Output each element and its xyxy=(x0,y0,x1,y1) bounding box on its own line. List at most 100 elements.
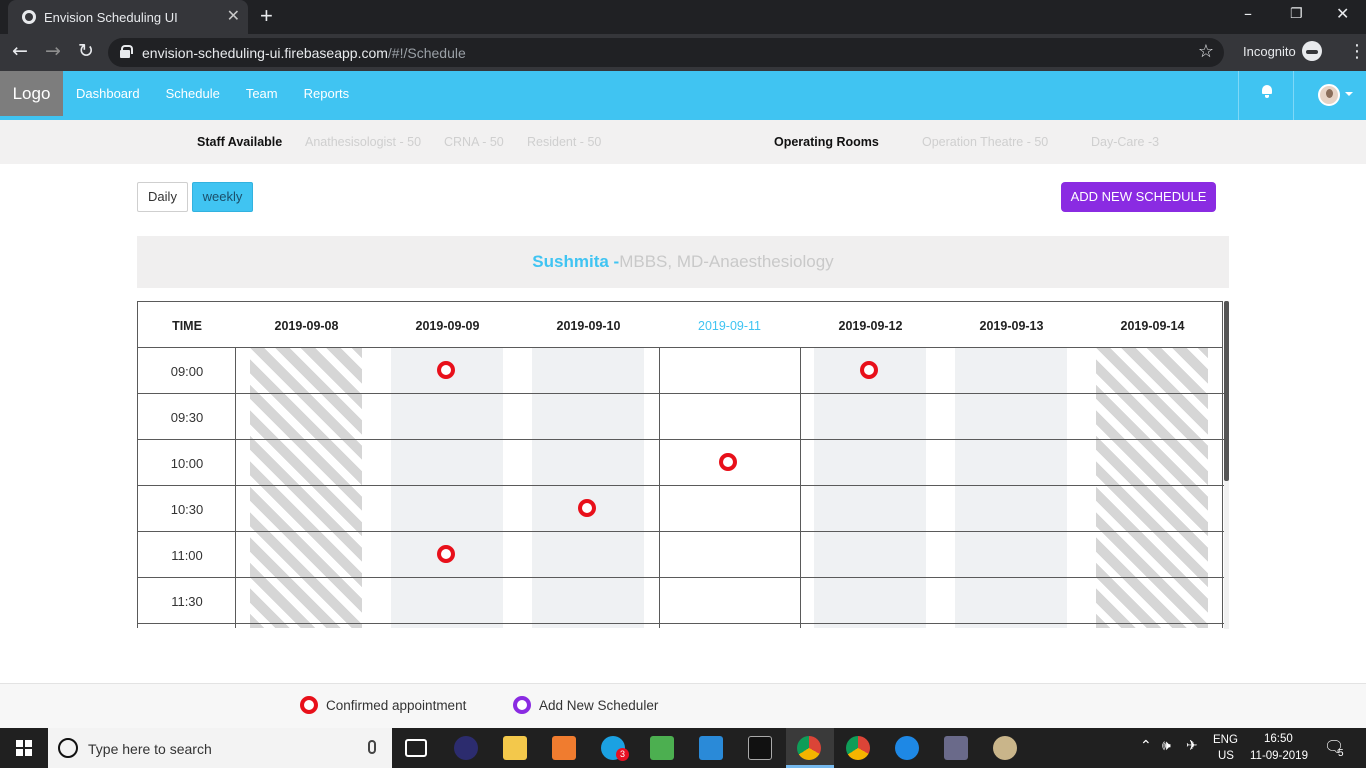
row-divider xyxy=(138,577,1224,578)
clock-date[interactable]: 11-09-2019 xyxy=(1250,750,1308,762)
forward-arrow-icon[interactable]: → xyxy=(45,40,61,62)
staff-resident: Resident - 50 xyxy=(527,135,602,149)
day-column-2019-09-09[interactable] xyxy=(391,348,503,628)
today-column-border xyxy=(800,348,801,628)
blocked-day-column-2019-09-08[interactable] xyxy=(250,348,362,628)
row-divider xyxy=(138,623,1224,624)
time-slot-label: 10:00 xyxy=(170,456,204,471)
day-header-2019-09-14[interactable]: 2019-09-14 xyxy=(1121,319,1185,333)
edge-icon[interactable] xyxy=(895,736,919,760)
paint-icon[interactable] xyxy=(993,736,1017,760)
tab-close-icon[interactable]: ✕ xyxy=(227,6,240,26)
file-explorer-icon[interactable] xyxy=(503,736,527,760)
row-divider xyxy=(138,439,1224,440)
time-slot-label: 09:30 xyxy=(170,410,204,425)
chrome-icon[interactable] xyxy=(797,736,821,760)
time-column-header: TIME xyxy=(172,319,202,333)
sublime-text-icon[interactable] xyxy=(552,736,576,760)
schedule-grid-viewport[interactable]: TIME 2019-09-08 2019-09-09 2019-09-10 2019-… xyxy=(137,301,1229,629)
browser-tab[interactable]: Envision Scheduling UI ✕ xyxy=(8,0,248,34)
logo[interactable]: Logo xyxy=(0,71,63,116)
confirmed-appointment-marker[interactable] xyxy=(436,545,455,563)
day-column-2019-09-13[interactable] xyxy=(955,348,1067,628)
address-bar[interactable]: envision-scheduling-ui.firebaseapp.com/#… xyxy=(108,38,1224,67)
bookmark-star-icon[interactable]: ☆ xyxy=(1198,41,1214,62)
back-arrow-icon[interactable]: ← xyxy=(12,40,28,62)
browser-menu-icon[interactable]: ⋮ xyxy=(1348,41,1366,62)
schedule-grid: TIME 2019-09-08 2019-09-09 2019-09-10 2019-… xyxy=(137,301,1224,628)
confirmed-appointment-marker xyxy=(300,696,318,714)
nav-reports[interactable]: Reports xyxy=(304,86,350,101)
time-slot-label: 10:30 xyxy=(170,502,204,517)
day-header-2019-09-12[interactable]: 2019-09-12 xyxy=(839,319,903,333)
windows-taskbar: Type here to search 3 ⌃ 🕪 ✈ ENG US 16:50… xyxy=(0,728,1366,768)
day-header-2019-09-13[interactable]: 2019-09-13 xyxy=(980,319,1044,333)
day-header-2019-09-10[interactable]: 2019-09-10 xyxy=(557,319,621,333)
nav-team[interactable]: Team xyxy=(246,86,278,101)
notification-count: 5 xyxy=(1338,748,1344,759)
user-avatar[interactable] xyxy=(1318,84,1340,106)
window-close-icon[interactable]: ✕ xyxy=(1336,4,1349,23)
windows-start-icon[interactable] xyxy=(16,740,32,756)
room-operation-theatre: Operation Theatre - 50 xyxy=(922,135,1049,149)
language-top[interactable]: ENG xyxy=(1213,734,1238,746)
row-divider xyxy=(138,531,1224,532)
reload-icon[interactable]: ↻ xyxy=(78,40,94,62)
main-nav: Dashboard Schedule Team Reports xyxy=(76,86,375,101)
eclipse-icon[interactable] xyxy=(454,736,478,760)
new-tab-button[interactable]: + xyxy=(260,3,273,29)
day-header-2019-09-11[interactable]: 2019-09-11 xyxy=(698,319,761,333)
clock-time[interactable]: 16:50 xyxy=(1264,733,1293,745)
vscode-icon[interactable] xyxy=(699,736,723,760)
staff-crna: CRNA - 50 xyxy=(444,135,504,149)
minimize-icon[interactable]: – xyxy=(1244,4,1252,23)
terminal-icon[interactable] xyxy=(748,736,772,760)
daily-view-button[interactable]: Daily xyxy=(137,182,188,212)
time-slot-label: 09:00 xyxy=(170,364,204,379)
confirmed-appointment-marker[interactable] xyxy=(859,361,878,379)
today-column-border xyxy=(659,348,660,628)
taskbar-search-box[interactable]: Type here to search xyxy=(48,728,392,768)
room-day-care: Day-Care -3 xyxy=(1091,135,1160,149)
app-icon[interactable] xyxy=(944,736,968,760)
confirmed-appointment-marker[interactable] xyxy=(577,499,596,517)
taskbar-search-placeholder: Type here to search xyxy=(88,741,212,757)
grid-body: 09:00 09:30 10:00 10:30 11:00 11:30 xyxy=(138,348,1224,628)
task-view-icon[interactable] xyxy=(405,739,427,757)
confirmed-appointment-marker[interactable] xyxy=(718,453,737,471)
blocked-day-column-2019-09-14[interactable] xyxy=(1096,348,1208,628)
legend-confirmed-label: Confirmed appointment xyxy=(326,698,467,713)
day-column-2019-09-12[interactable] xyxy=(814,348,926,628)
day-column-2019-09-10[interactable] xyxy=(532,348,644,628)
nav-schedule[interactable]: Schedule xyxy=(166,86,220,101)
day-header-2019-09-08[interactable]: 2019-09-08 xyxy=(275,319,339,333)
nav-dashboard[interactable]: Dashboard xyxy=(76,86,140,101)
incognito-icon[interactable] xyxy=(1302,41,1322,61)
language-bottom[interactable]: US xyxy=(1218,750,1234,762)
add-new-schedule-button[interactable]: ADD NEW SCHEDULE xyxy=(1061,182,1216,212)
doctor-qualifications: MBBS, MD-Anaesthesiology xyxy=(619,252,834,271)
operating-rooms-label: Operating Rooms xyxy=(774,135,879,149)
time-slot-label: 11:00 xyxy=(171,548,203,563)
restore-icon[interactable]: ❐ xyxy=(1290,6,1303,22)
tray-chevron-icon[interactable]: ⌃ xyxy=(1140,738,1152,754)
address-url: envision-scheduling-ui.firebaseapp.com/#… xyxy=(142,45,466,61)
volume-icon[interactable]: 🕪 xyxy=(1162,738,1171,754)
caret-down-icon[interactable] xyxy=(1345,92,1353,96)
skype-badge: 3 xyxy=(616,748,629,761)
time-column xyxy=(138,348,236,628)
browser-toolbar: ← → ↻ envision-scheduling-ui.firebaseapp… xyxy=(0,34,1366,71)
confirmed-appointment-marker[interactable] xyxy=(436,361,455,379)
microphone-icon[interactable] xyxy=(368,740,376,754)
app-header: Logo Dashboard Schedule Team Reports xyxy=(0,71,1366,120)
git-icon[interactable] xyxy=(650,736,674,760)
tab-title: Envision Scheduling UI xyxy=(44,10,178,25)
browser-tabstrip: Envision Scheduling UI ✕ + – ❐ ✕ xyxy=(0,0,1366,34)
incognito-label: Incognito xyxy=(1243,44,1296,59)
grid-scrollbar-thumb[interactable] xyxy=(1224,301,1229,481)
weekly-view-button[interactable]: weekly xyxy=(192,182,253,212)
airplane-icon[interactable]: ✈ xyxy=(1186,738,1198,754)
notification-bell-icon[interactable] xyxy=(1238,71,1294,120)
day-header-2019-09-09[interactable]: 2019-09-09 xyxy=(416,319,480,333)
chrome-secondary-icon[interactable] xyxy=(846,736,870,760)
